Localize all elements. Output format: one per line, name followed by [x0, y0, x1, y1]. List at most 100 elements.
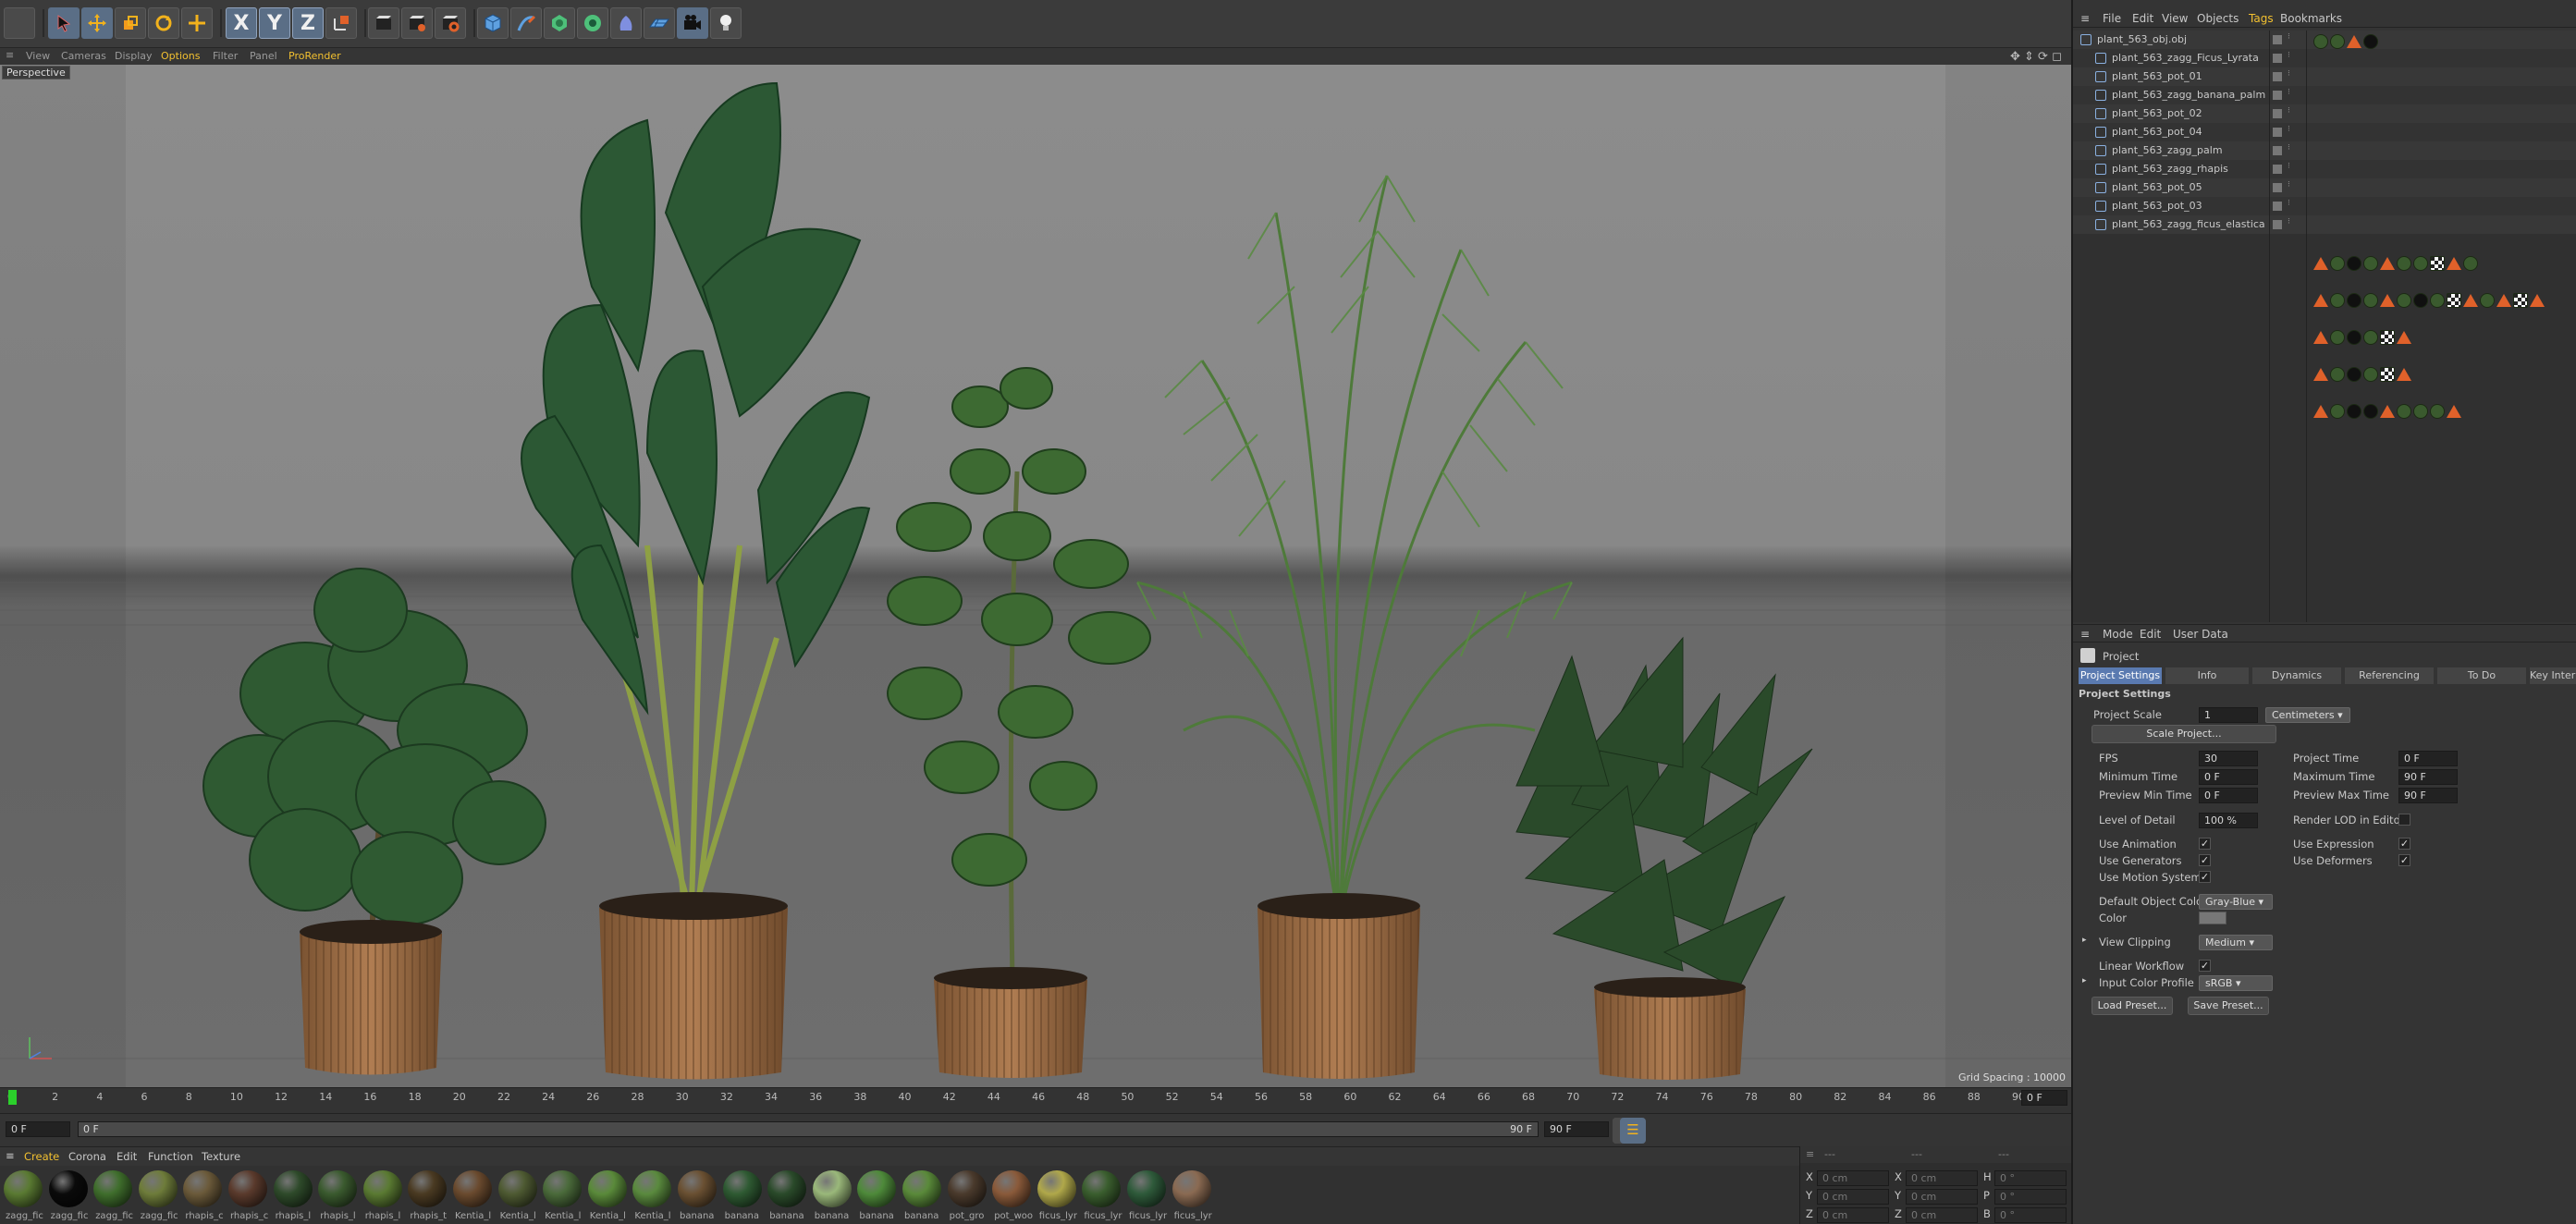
material-swatch[interactable] [902, 1170, 941, 1207]
visibility-toggle-icon[interactable] [2273, 35, 2282, 44]
visibility-toggle-icon[interactable] [2273, 165, 2282, 174]
timeline-end-frame[interactable]: 0 F [2021, 1090, 2067, 1106]
save-preset-button[interactable]: Save Preset... [2188, 997, 2269, 1015]
object-row[interactable]: plant_563_zagg_Ficus_Lyrata ⁝ [2073, 49, 2576, 86]
material-tag-icon[interactable] [2363, 293, 2378, 308]
material-tag-icon[interactable] [2363, 330, 2378, 345]
visibility-toggle-icon[interactable] [2273, 128, 2282, 137]
material-tag-icon[interactable] [2397, 331, 2411, 344]
om-menu-file[interactable]: File [2103, 12, 2121, 25]
render-dots-icon[interactable]: ⁝ [2288, 143, 2290, 153]
material-swatch[interactable] [722, 1170, 762, 1207]
visibility-toggle-icon[interactable] [2273, 146, 2282, 155]
visibility-toggle-icon[interactable] [2273, 183, 2282, 192]
material-swatch[interactable] [992, 1170, 1032, 1207]
render-dots-icon[interactable]: ⁝ [2288, 125, 2290, 134]
render-settings-icon[interactable] [435, 7, 466, 39]
material-menu-edit[interactable]: Edit [117, 1150, 137, 1163]
material-tag-icon[interactable] [2347, 367, 2361, 382]
material-swatch[interactable] [497, 1170, 537, 1207]
om-menu-view[interactable]: View [2162, 12, 2188, 25]
visibility-toggle-icon[interactable] [2273, 109, 2282, 118]
object-row[interactable]: plant_563_pot_03 ⁝ [2073, 197, 2576, 382]
material-menu-create[interactable]: Create [24, 1150, 59, 1163]
visibility-toggle-icon[interactable] [2273, 202, 2282, 211]
material-tag-icon[interactable] [2380, 330, 2395, 345]
object-row[interactable]: plant_563_zagg_banana_palm ⁝ [2073, 86, 2576, 160]
material-tag-icon[interactable] [2347, 330, 2361, 345]
tab-project-settings[interactable]: Project Settings [2079, 667, 2162, 684]
tab-to-do[interactable]: To Do [2437, 667, 2526, 684]
rotate-icon[interactable] [148, 7, 179, 39]
3d-viewport[interactable]: Perspective Grid Spacing : 10000 cm [0, 65, 2071, 1087]
render-dots-icon[interactable]: ⁝ [2288, 32, 2290, 42]
material-tag-icon[interactable] [2313, 34, 2328, 49]
material-swatch[interactable] [362, 1170, 402, 1207]
maximum-frame-field[interactable]: 90 F [1544, 1121, 1609, 1137]
viewport-menu-view[interactable]: View [26, 50, 50, 62]
material-swatch[interactable] [543, 1170, 583, 1207]
material-swatch[interactable] [1037, 1170, 1076, 1207]
view-clipping-dropdown[interactable]: Medium ▾ [2199, 935, 2273, 950]
object-row[interactable]: plant_563_zagg_rhapis ⁝ [2073, 160, 2576, 308]
material-tag-icon[interactable] [2380, 294, 2395, 307]
render-dots-icon[interactable]: ⁝ [2288, 69, 2290, 79]
viewport-menu-filter[interactable]: Filter [213, 50, 238, 62]
select-arrow-icon[interactable] [48, 7, 80, 39]
material-tag-icon[interactable] [2447, 293, 2461, 308]
render-dots-icon[interactable]: ⁝ [2288, 88, 2290, 97]
object-row[interactable]: plant_563_obj.obj ⁝ [2073, 31, 2576, 49]
object-row[interactable]: plant_563_pot_01 ⁝ [2073, 67, 2576, 123]
maximum-time-field[interactable]: 90 F [2398, 769, 2458, 785]
coordinate-system-icon[interactable] [325, 7, 357, 39]
viewport-menu-options[interactable]: Options [161, 50, 200, 62]
material-tag-icon[interactable] [2313, 331, 2328, 344]
material-tag-icon[interactable] [2447, 257, 2461, 270]
material-swatch[interactable] [767, 1170, 807, 1207]
axis-z-toggle[interactable]: Z [292, 7, 324, 39]
tab-referencing[interactable]: Referencing [2345, 667, 2434, 684]
object-row[interactable]: plant_563_zagg_palm ⁝ [2073, 141, 2576, 271]
cube-icon[interactable] [477, 7, 509, 39]
material-tag-icon[interactable] [2313, 368, 2328, 381]
material-manager-grip-icon[interactable]: ≡ [6, 1149, 15, 1162]
viewport-menu-panel[interactable]: Panel [250, 50, 277, 62]
visibility-toggle-icon[interactable] [2273, 220, 2282, 229]
material-tag-icon[interactable] [2397, 256, 2411, 271]
material-swatch[interactable] [138, 1170, 178, 1207]
material-tag-icon[interactable] [2463, 256, 2478, 271]
material-swatch[interactable] [93, 1170, 133, 1207]
material-tag-icon[interactable] [2513, 293, 2528, 308]
timeline-menu-icon[interactable]: ☰ [1620, 1118, 1646, 1144]
timeline-ruler[interactable]: 0246810121416182022242628303234363840424… [0, 1088, 2034, 1107]
material-tag-icon[interactable] [2363, 34, 2378, 49]
material-tag-icon[interactable] [2330, 34, 2345, 49]
linear-workflow-checkbox[interactable]: ✓ [2199, 960, 2211, 972]
material-tag-icon[interactable] [2463, 294, 2478, 307]
light-icon[interactable] [710, 7, 742, 39]
level-of-detail-field[interactable]: 100 % [2199, 813, 2258, 828]
coordinate-field[interactable]: 0 cm [1817, 1207, 1889, 1223]
coordinate-field[interactable]: 0 ° [1994, 1207, 2067, 1223]
view-clipping-expand-icon[interactable]: ▸ [2082, 936, 2087, 945]
material-swatch[interactable] [1171, 1170, 1211, 1207]
viewport-menu-cameras[interactable]: Cameras [61, 50, 106, 62]
render-dots-icon[interactable]: ⁝ [2288, 180, 2290, 190]
current-frame-field[interactable]: 0 F [6, 1121, 70, 1137]
color-swatch[interactable] [2199, 912, 2226, 924]
material-tag-icon[interactable] [2347, 293, 2361, 308]
material-swatch[interactable] [678, 1170, 717, 1207]
coordinate-field[interactable]: 0 cm [1906, 1170, 1978, 1186]
material-tag-icon[interactable] [2413, 293, 2428, 308]
use-deformers-checkbox[interactable]: ✓ [2398, 854, 2410, 866]
render-dots-icon[interactable]: ⁝ [2288, 106, 2290, 116]
default-object-color-dropdown[interactable]: Gray-Blue ▾ [2199, 894, 2273, 910]
material-tag-icon[interactable] [2430, 256, 2445, 271]
material-tag-icon[interactable] [2430, 293, 2445, 308]
material-swatch[interactable] [1127, 1170, 1166, 1207]
object-row[interactable]: plant_563_pot_04 ⁝ [2073, 123, 2576, 234]
am-menu-user-data[interactable]: User Data [2173, 628, 2228, 641]
material-menu-texture[interactable]: Texture [202, 1150, 240, 1163]
visibility-toggle-icon[interactable] [2273, 72, 2282, 81]
viewport-navigation-icons[interactable]: ✥ ⇕ ⟳ ◻ [2010, 50, 2062, 64]
